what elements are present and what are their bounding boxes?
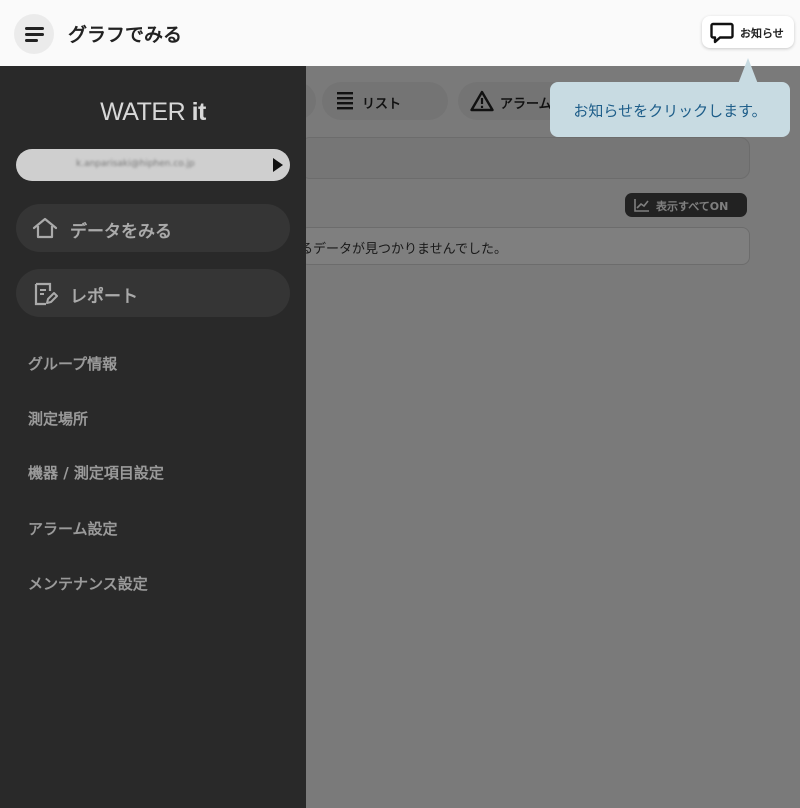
notification-button[interactable]: お知らせ [702,16,794,48]
account-selector[interactable]: k.anparisaki@hiphen.co.jp [16,149,290,181]
sidebar-item-report-label: レポート [70,287,138,307]
guide-tooltip: お知らせをクリックします。 [550,82,790,137]
menu-icon[interactable] [14,14,54,54]
brand-logo: WATER it [100,98,206,126]
tooltip-pointer [738,58,758,84]
play-arrow-icon [273,158,283,172]
sidebar-item-group-info[interactable]: グループ情報 [28,353,117,374]
sidebar-item-data[interactable]: データをみる [16,204,290,252]
home-icon [32,217,58,243]
sidebar-item-alarm-settings[interactable]: アラーム設定 [28,518,118,539]
account-email: k.anparisaki@hiphen.co.jp [76,159,195,169]
sidebar-item-maintenance-settings[interactable]: メンテナンス設定 [28,573,148,594]
page-title: グラフでみる [68,24,183,46]
sidebar-item-data-label: データをみる [70,222,172,242]
tooltip-text: お知らせをクリックします。 [573,102,767,120]
sidebar-item-measurement-location[interactable]: 測定場所 [28,408,88,429]
report-icon [32,282,58,310]
chat-icon [710,22,734,48]
app-header: グラフでみる お知らせ [0,0,800,66]
sidebar-item-device-settings[interactable]: 機器 / 測定項目設定 [28,462,164,483]
sidebar-item-report[interactable]: レポート [16,269,290,317]
sidebar-drawer: WATER it k.anparisaki@hiphen.co.jp データをみ… [0,66,306,808]
notification-label: お知らせ [740,27,784,40]
